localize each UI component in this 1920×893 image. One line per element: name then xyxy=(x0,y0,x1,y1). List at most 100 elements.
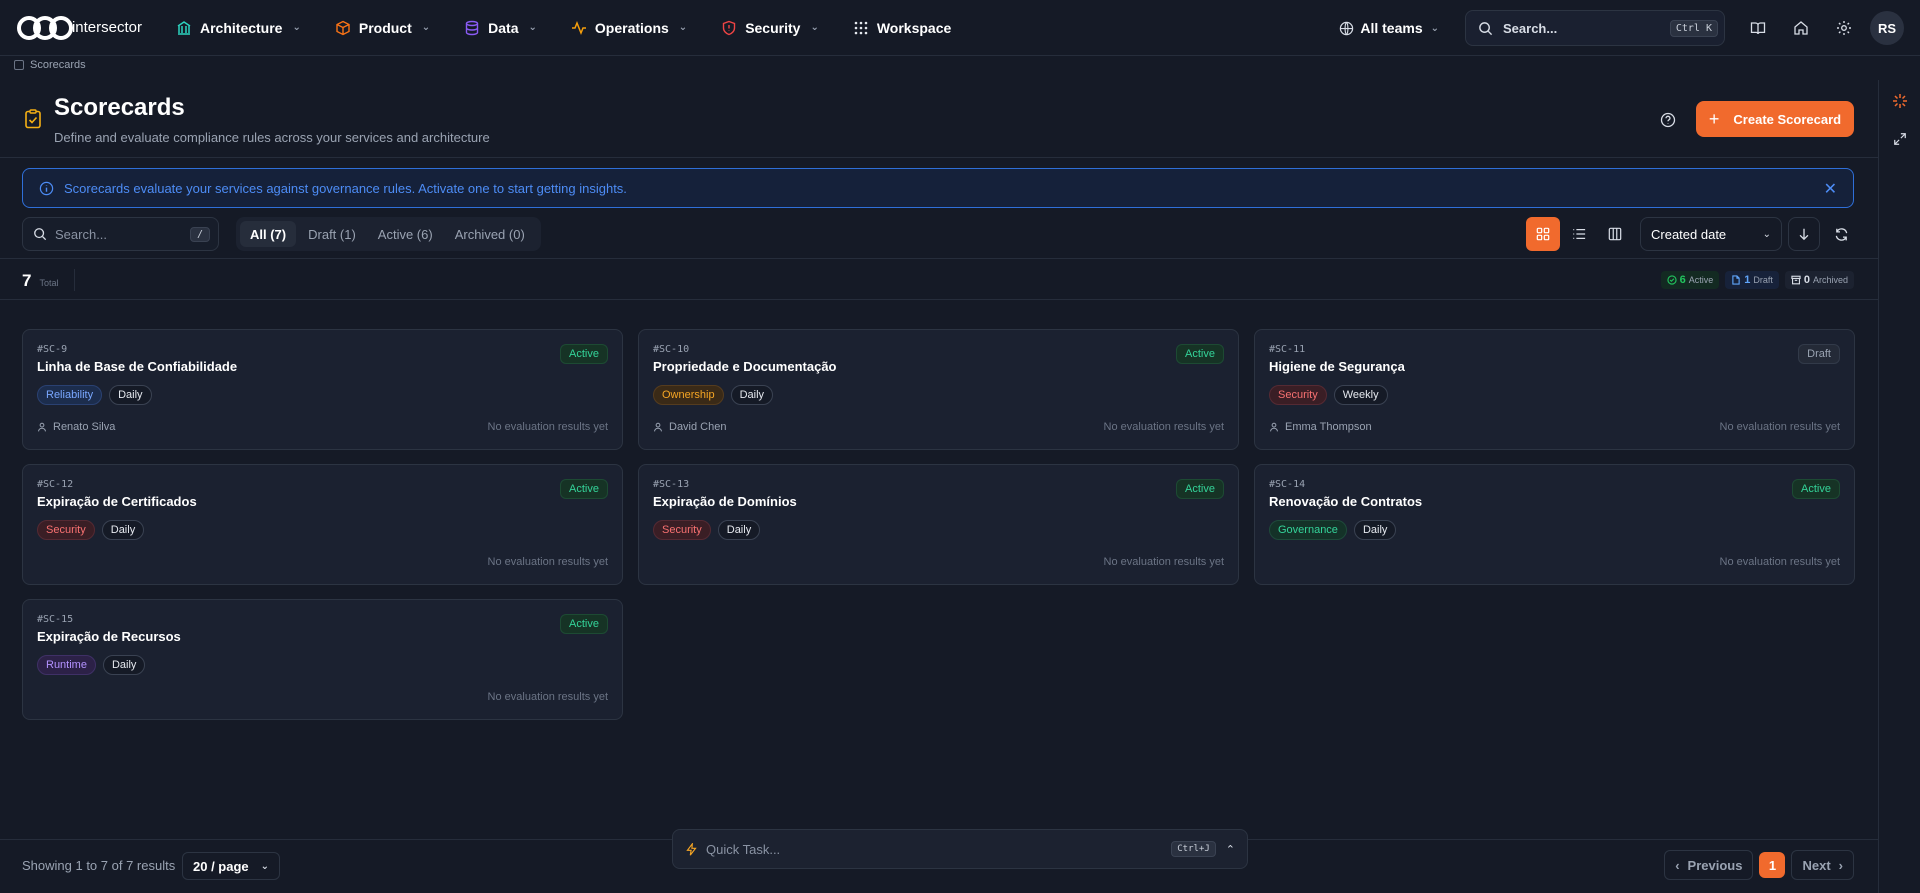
docs-button[interactable] xyxy=(1741,11,1775,45)
table-view-button[interactable] xyxy=(1598,217,1632,251)
nav-item-label: Data xyxy=(488,19,519,36)
chevron-down-icon: ⌄ xyxy=(1430,22,1439,34)
cadence-tag: Weekly xyxy=(1333,385,1388,405)
expand-button[interactable] xyxy=(1885,124,1915,154)
nav-right: All teams ⌄ Search... Ctrl K RS xyxy=(1339,0,1920,56)
draft-count-label: Draft xyxy=(1753,275,1773,285)
scorecard-owner: Renato Silva xyxy=(37,421,115,433)
scorecard-card[interactable]: #SC-14 Renovação de Contratos Active Gov… xyxy=(1254,464,1855,585)
grid-view-icon xyxy=(1536,227,1550,241)
refresh-icon xyxy=(1835,227,1847,241)
home-button[interactable] xyxy=(1784,11,1818,45)
refresh-button[interactable] xyxy=(1826,217,1856,251)
shield-icon xyxy=(721,20,737,36)
status-badge: Active xyxy=(1176,344,1224,364)
scorecard-card[interactable]: #SC-15 Expiração de Recursos Active Runt… xyxy=(22,599,623,720)
chevron-down-icon: ⌄ xyxy=(678,22,688,33)
list-view-button[interactable] xyxy=(1562,217,1596,251)
status-badge: Active xyxy=(560,614,608,634)
scorecard-id: #SC-12 xyxy=(37,479,74,490)
category-tag: Security xyxy=(653,520,711,540)
nav-item-security[interactable]: Security ⌄ xyxy=(717,12,823,44)
archived-count-label: Archived xyxy=(1812,275,1848,285)
scorecard-name: Linha de Base de Confiabilidade xyxy=(37,359,238,374)
ai-assistant-button[interactable] xyxy=(1885,86,1915,116)
quick-task-shortcut: Ctrl+J xyxy=(1171,841,1216,857)
page-title: Scorecards xyxy=(54,94,185,121)
close-icon[interactable]: ✕ xyxy=(1824,179,1837,199)
chevron-down-icon: ⌄ xyxy=(810,22,819,33)
breadcrumb: Scorecards xyxy=(14,59,86,71)
status-badge: Draft xyxy=(1798,344,1840,364)
status-badge: Active xyxy=(560,344,608,364)
page-number-button[interactable]: 1 xyxy=(1759,852,1786,878)
nav-item-data[interactable]: Data ⌄ xyxy=(460,12,541,44)
nav-item-architecture[interactable]: Architecture ⌄ xyxy=(172,12,305,44)
tab-draft[interactable]: Draft (1) xyxy=(298,221,366,247)
cadence-tag: Daily xyxy=(730,385,774,405)
chevron-down-icon: ⌄ xyxy=(1762,228,1771,240)
global-search[interactable]: Search... Ctrl K xyxy=(1465,10,1725,46)
app-logo[interactable]: intersector xyxy=(17,15,142,40)
scorecard-card[interactable]: #SC-13 Expiração de Domínios Active Secu… xyxy=(638,464,1239,585)
user-avatar[interactable]: RS xyxy=(1870,11,1904,45)
sort-select[interactable]: Created date ⌄ xyxy=(1640,217,1782,251)
tab-archived[interactable]: Archived (0) xyxy=(445,221,535,247)
page-icon xyxy=(14,60,24,70)
cube-icon xyxy=(335,20,351,36)
stats-bar: 7 Total 6 Active 1 Draft 0 Archived xyxy=(0,258,1878,300)
tab-active[interactable]: Active (6) xyxy=(368,221,443,247)
top-navigation: intersector Architecture ⌄ Product ⌄ Dat… xyxy=(0,0,1920,56)
settings-button[interactable] xyxy=(1827,11,1861,45)
scorecard-name: Propriedade e Documentação xyxy=(653,359,837,374)
scorecard-owner: Emma Thompson xyxy=(1269,421,1372,433)
category-tag: Governance xyxy=(1269,520,1347,540)
sort-direction-button[interactable] xyxy=(1788,217,1820,251)
teams-selector[interactable]: All teams ⌄ xyxy=(1339,20,1439,36)
breadcrumb-current[interactable]: Scorecards xyxy=(30,59,86,71)
evaluation-status: No evaluation results yet xyxy=(1103,421,1224,433)
user-icon xyxy=(654,422,662,432)
nav-item-workspace[interactable]: Workspace xyxy=(849,12,955,44)
evaluation-status: No evaluation results yet xyxy=(487,421,608,433)
clipboard-check-icon xyxy=(25,109,41,129)
scorecard-card[interactable]: #SC-12 Expiração de Certificados Active … xyxy=(22,464,623,585)
columns-icon xyxy=(1608,227,1622,241)
category-tag: Reliability xyxy=(37,385,103,405)
status-tabs: All (7) Draft (1) Active (6) Archived (0… xyxy=(236,217,541,251)
scorecard-owner: David Chen xyxy=(653,421,726,433)
archived-count: 0 xyxy=(1803,274,1810,286)
create-scorecard-button[interactable]: + Create Scorecard xyxy=(1696,101,1854,137)
page-size-select[interactable]: 20 / page ⌄ xyxy=(182,852,280,880)
scorecard-search[interactable]: / xyxy=(22,217,219,251)
scorecard-card[interactable]: #SC-9 Linha de Base de Confiabilidade Ac… xyxy=(22,329,623,450)
nav-item-product[interactable]: Product ⌄ xyxy=(331,12,434,44)
scorecard-card[interactable]: #SC-10 Propriedade e Documentação Active… xyxy=(638,329,1239,450)
help-button[interactable] xyxy=(1656,108,1680,132)
scorecard-name: Expiração de Certificados xyxy=(37,494,197,509)
evaluation-status: No evaluation results yet xyxy=(1719,421,1840,433)
previous-page-button[interactable]: ‹ Previous xyxy=(1664,850,1754,880)
tab-all[interactable]: All (7) xyxy=(240,221,297,247)
grid-view-button[interactable] xyxy=(1526,217,1560,251)
next-page-button[interactable]: Next › xyxy=(1791,850,1854,880)
page-size-value: 20 / page xyxy=(193,858,249,874)
chevron-down-icon: ⌄ xyxy=(260,860,269,872)
page-header: Scorecards Define and evaluate complianc… xyxy=(22,92,490,145)
quick-task-bar[interactable]: Quick Task... Ctrl+J ⌃ xyxy=(672,829,1248,869)
category-tag: Ownership xyxy=(653,385,724,405)
scorecard-id: #SC-11 xyxy=(1269,344,1306,355)
total-count: 7 Total xyxy=(22,271,58,291)
category-tag: Runtime xyxy=(37,655,96,675)
nav-menu: Architecture ⌄ Product ⌄ Data ⌄ Operatio… xyxy=(172,12,981,44)
home-icon xyxy=(1794,21,1808,35)
nav-item-label: Operations xyxy=(594,19,669,36)
scorecard-card[interactable]: #SC-11 Higiene de Segurança Draft Securi… xyxy=(1254,329,1855,450)
nav-item-operations[interactable]: Operations ⌄ xyxy=(567,12,691,44)
archive-icon xyxy=(1791,275,1801,285)
scorecard-id: #SC-14 xyxy=(1269,479,1306,490)
scorecard-search-input[interactable] xyxy=(55,226,190,242)
quick-task-placeholder: Quick Task... xyxy=(706,841,781,857)
chevron-up-icon[interactable]: ⌃ xyxy=(1226,843,1235,856)
previous-label: Previous xyxy=(1687,857,1743,873)
